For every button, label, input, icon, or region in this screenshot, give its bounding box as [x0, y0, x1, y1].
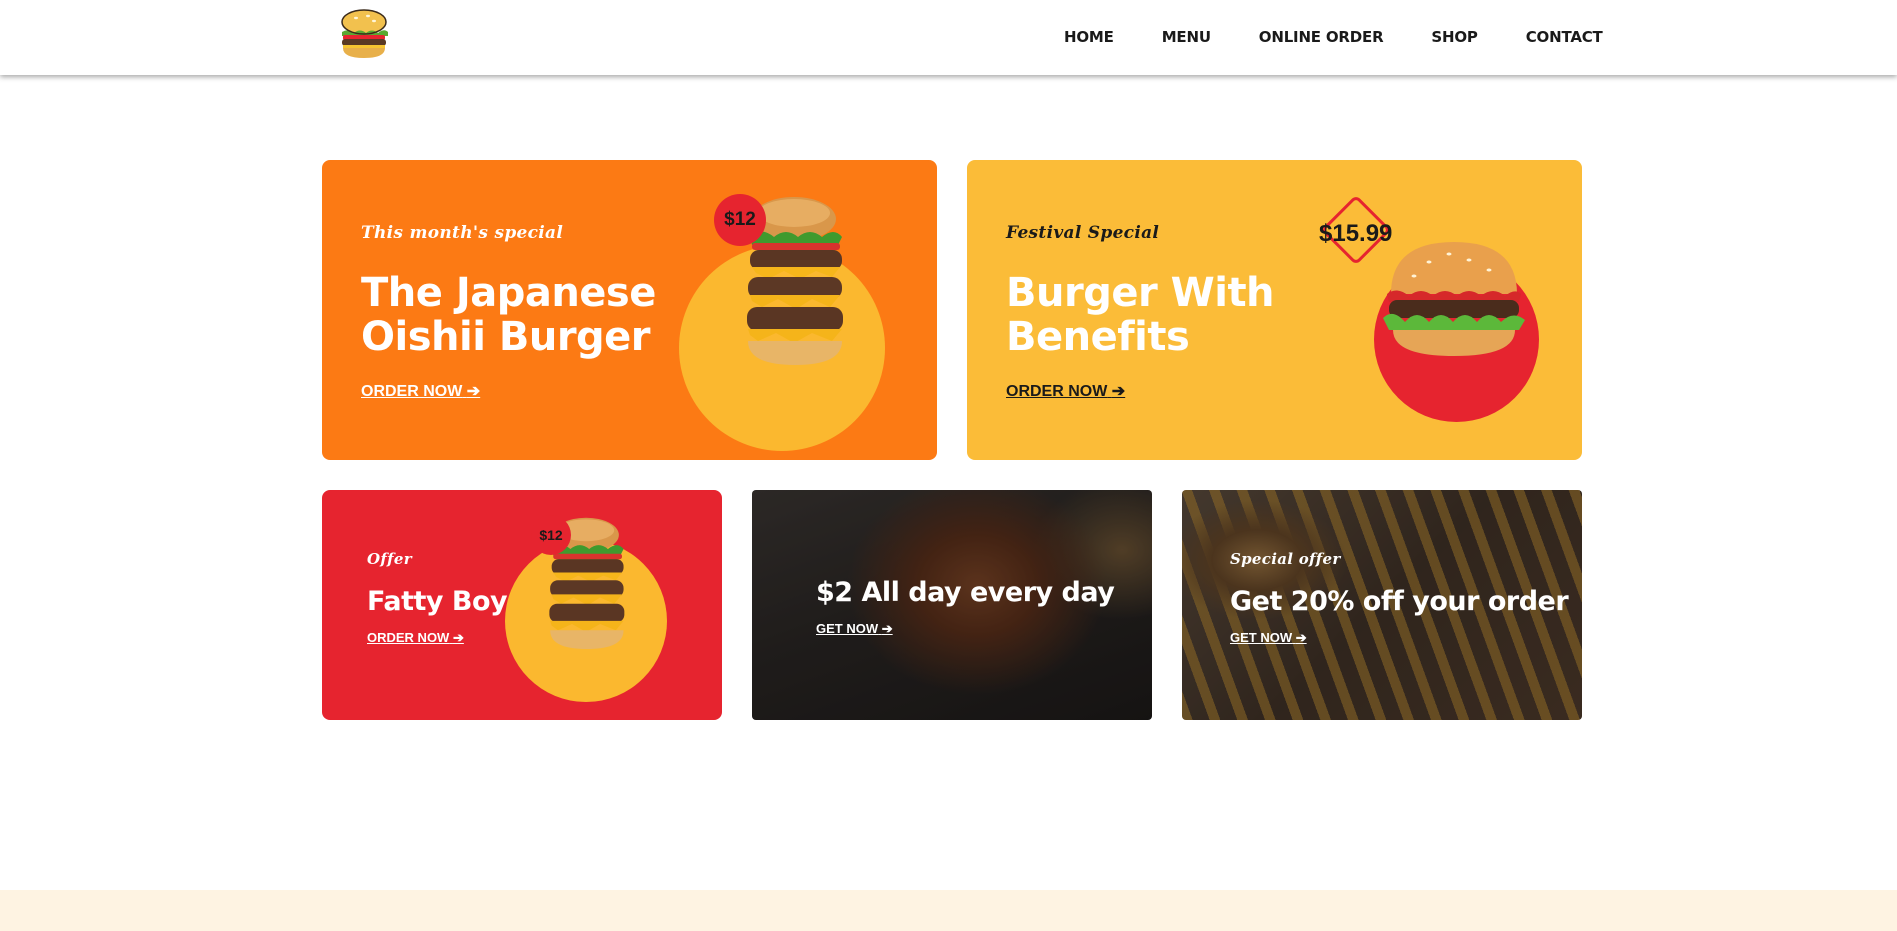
site-header: HOME MENU ONLINE ORDER SHOP CONTACT: [0, 0, 1897, 75]
order-now-link[interactable]: ORDER NOW ➔: [367, 630, 464, 646]
promo-card-discount: Special offer Get 20% off your order GET…: [1182, 490, 1582, 720]
arrow-right-icon: ➔: [1295, 630, 1307, 645]
card-kicker: This month's special: [361, 223, 564, 243]
price-badge: $12: [531, 515, 571, 555]
order-now-link[interactable]: ORDER NOW ➔: [1006, 381, 1125, 401]
price-badge: $12: [714, 194, 766, 246]
promo-card-all-day: $2 All day every day GET NOW ➔: [752, 490, 1152, 720]
card-title: Get 20% off your order: [1230, 586, 1569, 617]
card-title: Burger With Benefits: [1006, 270, 1275, 360]
nav-home[interactable]: HOME: [1064, 28, 1114, 46]
nav-menu[interactable]: MENU: [1162, 28, 1211, 46]
promo-card-festival: Festival Special Burger With Benefits OR…: [967, 160, 1582, 460]
arrow-right-icon: ➔: [881, 621, 893, 636]
nav-online-order[interactable]: ONLINE ORDER: [1259, 28, 1384, 46]
card-title: Fatty Boy: [367, 586, 508, 617]
card-kicker: Offer: [367, 550, 412, 568]
get-now-link[interactable]: GET NOW ➔: [816, 621, 893, 637]
footer-section: [0, 890, 1897, 931]
order-now-link[interactable]: ORDER NOW ➔: [361, 381, 480, 401]
burger-logo-icon[interactable]: [336, 8, 392, 60]
arrow-right-icon: ➔: [1111, 383, 1126, 400]
nav-shop[interactable]: SHOP: [1431, 28, 1478, 46]
card-kicker: Special offer: [1230, 550, 1341, 568]
card-title: $2 All day every day: [816, 577, 1115, 608]
main-nav: HOME MENU ONLINE ORDER SHOP CONTACT: [1064, 28, 1603, 46]
promo-card-fatty-boy: Offer Fatty Boy ORDER NOW ➔ $12: [322, 490, 722, 720]
get-now-link[interactable]: GET NOW ➔: [1230, 630, 1307, 646]
arrow-right-icon: ➔: [466, 383, 481, 400]
classic-burger-image: [1383, 242, 1525, 356]
card-title: The Japanese Oishii Burger: [361, 270, 656, 360]
promo-card-japanese: This month's special The Japanese Oishii…: [322, 160, 937, 460]
nav-contact[interactable]: CONTACT: [1526, 28, 1603, 46]
card-kicker: Festival Special: [1006, 223, 1160, 243]
arrow-right-icon: ➔: [452, 630, 464, 645]
price-label: $15.99: [1319, 220, 1393, 247]
